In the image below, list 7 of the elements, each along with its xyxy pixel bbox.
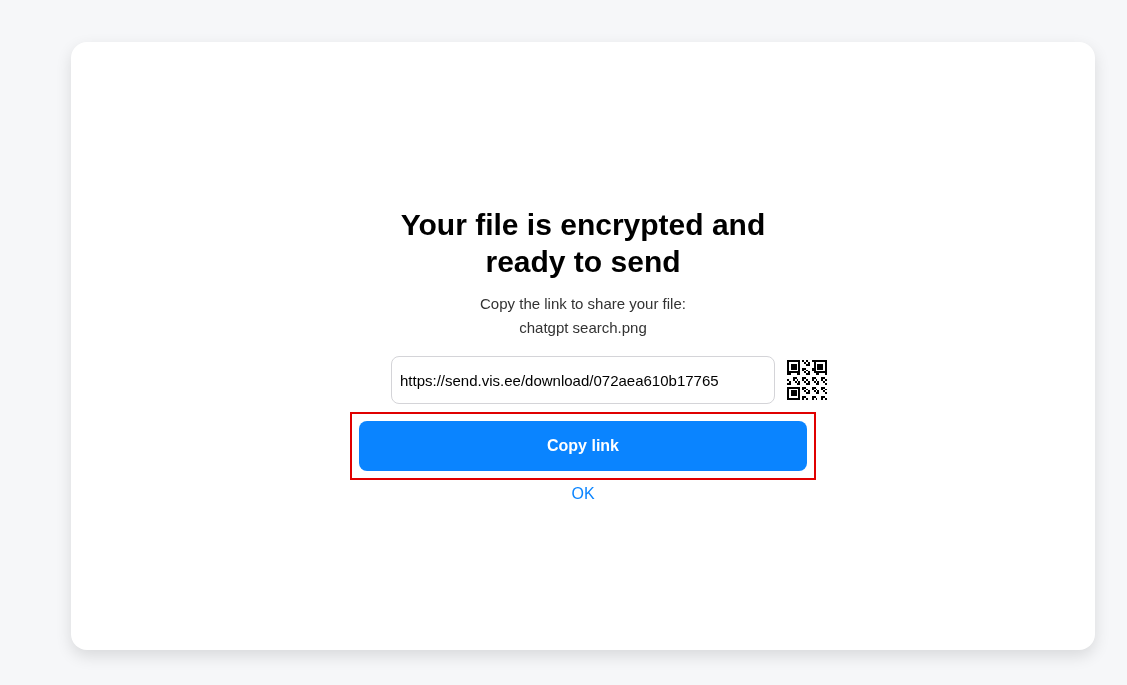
copy-link-button[interactable]: Copy link <box>359 421 807 471</box>
instruction-text: Copy the link to share your file: <box>480 294 686 314</box>
qr-code-icon[interactable] <box>787 360 827 400</box>
dialog-title: Your file is encrypted and ready to send <box>399 207 767 280</box>
file-name: chatgpt search.png <box>519 318 647 338</box>
ok-link[interactable]: OK <box>571 482 595 506</box>
link-field[interactable]: https://send.vis.ee/download/072aea610b17765 <box>391 356 775 404</box>
